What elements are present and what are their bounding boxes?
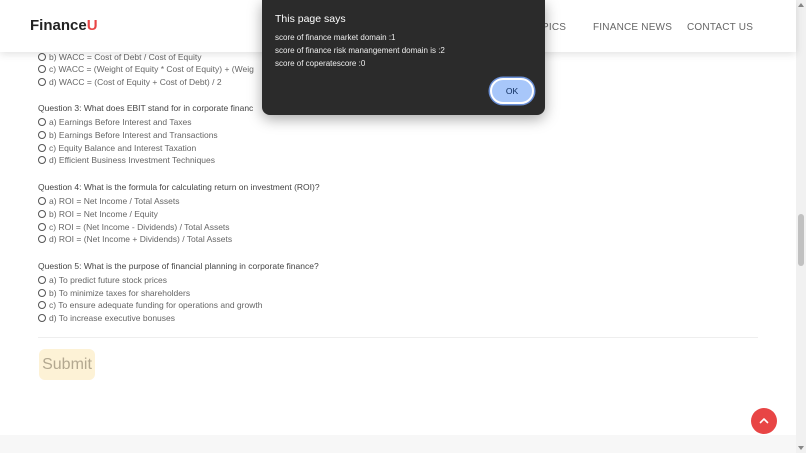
scrollbar-thumb[interactable] (798, 214, 804, 266)
q3-option-a[interactable]: a) Earnings Before Interest and Taxes (38, 117, 192, 127)
option-label: d) Efficient Business Investment Techniq… (49, 155, 215, 165)
option-label: c) ROI = (Net Income - Dividends) / Tota… (49, 222, 230, 232)
radio-button[interactable] (38, 53, 46, 61)
q2-option-d[interactable]: d) WACC = (Cost of Equity + Cost of Debt… (38, 77, 222, 87)
question-3-text: Question 3: What does EBIT stand for in … (38, 103, 254, 113)
dialog-message-line: score of finance risk manangement domain… (275, 46, 445, 55)
scroll-down-arrow-icon[interactable] (796, 443, 806, 453)
q4-option-c[interactable]: c) ROI = (Net Income - Dividends) / Tota… (38, 222, 230, 232)
radio-button[interactable] (38, 276, 46, 284)
dialog-message-line: score of coperatescore :0 (275, 59, 366, 68)
back-to-top-button[interactable] (751, 408, 777, 434)
page-scrollbar[interactable] (796, 0, 806, 453)
question-5-text: Question 5: What is the purpose of finan… (38, 261, 319, 271)
option-label: c) To ensure adequate funding for operat… (49, 300, 263, 310)
option-label: b) ROI = Net Income / Equity (49, 209, 158, 219)
option-label: d) WACC = (Cost of Equity + Cost of Debt… (49, 77, 222, 87)
option-label: a) ROI = Net Income / Total Assets (49, 196, 180, 206)
radio-button[interactable] (38, 131, 46, 139)
question-4-text: Question 4: What is the formula for calc… (38, 182, 320, 192)
submit-button[interactable]: Submit (39, 349, 95, 380)
chevron-up-icon (759, 418, 769, 424)
ok-button[interactable]: OK (490, 78, 534, 104)
radio-button[interactable] (38, 144, 46, 152)
q3-option-c[interactable]: c) Equity Balance and Interest Taxation (38, 143, 196, 153)
brand-name: Finance (30, 17, 87, 34)
nav-link-contact-us[interactable]: CONTACT US (687, 22, 753, 33)
option-label: b) WACC = Cost of Debt / Cost of Equity (49, 52, 202, 62)
q2-option-b[interactable]: b) WACC = Cost of Debt / Cost of Equity (38, 52, 202, 62)
radio-button[interactable] (38, 156, 46, 164)
q3-option-b[interactable]: b) Earnings Before Interest and Transact… (38, 130, 218, 140)
radio-button[interactable] (38, 301, 46, 309)
q2-option-c[interactable]: c) WACC = (Weight of Equity * Cost of Eq… (38, 64, 254, 74)
dialog-title: This page says (275, 13, 346, 25)
section-divider (38, 337, 758, 338)
option-label: a) To predict future stock prices (49, 275, 167, 285)
option-label: d) ROI = (Net Income + Dividends) / Tota… (49, 234, 233, 244)
q4-option-d[interactable]: d) ROI = (Net Income + Dividends) / Tota… (38, 234, 232, 244)
brand-logo[interactable]: FinanceU (30, 17, 98, 34)
nav-link-finance-news[interactable]: FINANCE NEWS (593, 22, 672, 33)
q5-option-c[interactable]: c) To ensure adequate funding for operat… (38, 300, 262, 310)
option-label: d) To increase executive bonuses (49, 313, 176, 323)
radio-button[interactable] (38, 78, 46, 86)
q3-option-d[interactable]: d) Efficient Business Investment Techniq… (38, 155, 215, 165)
nav-link-topics[interactable]: PICS (542, 22, 566, 33)
option-label: b) To minimize taxes for shareholders (49, 288, 191, 298)
radio-button[interactable] (38, 289, 46, 297)
radio-button[interactable] (38, 65, 46, 73)
brand-accent: U (86, 17, 98, 34)
radio-button[interactable] (38, 314, 46, 322)
radio-button[interactable] (38, 197, 46, 205)
option-label: c) WACC = (Weight of Equity * Cost of Eq… (49, 64, 254, 74)
dialog-message-line: score of finance market domain :1 (275, 33, 396, 42)
option-label: a) Earnings Before Interest and Taxes (49, 117, 192, 127)
radio-button[interactable] (38, 118, 46, 126)
q5-option-b[interactable]: b) To minimize taxes for shareholders (38, 288, 190, 298)
radio-button[interactable] (38, 235, 46, 243)
option-label: b) Earnings Before Interest and Transact… (49, 130, 218, 140)
q4-option-a[interactable]: a) ROI = Net Income / Total Assets (38, 196, 179, 206)
radio-button[interactable] (38, 223, 46, 231)
q5-option-a[interactable]: a) To predict future stock prices (38, 275, 167, 285)
radio-button[interactable] (38, 210, 46, 218)
option-label: c) Equity Balance and Interest Taxation (49, 143, 197, 153)
q4-option-b[interactable]: b) ROI = Net Income / Equity (38, 209, 158, 219)
q5-option-d[interactable]: d) To increase executive bonuses (38, 313, 175, 323)
scroll-up-arrow-icon[interactable] (796, 0, 806, 10)
page-footer (0, 435, 796, 453)
